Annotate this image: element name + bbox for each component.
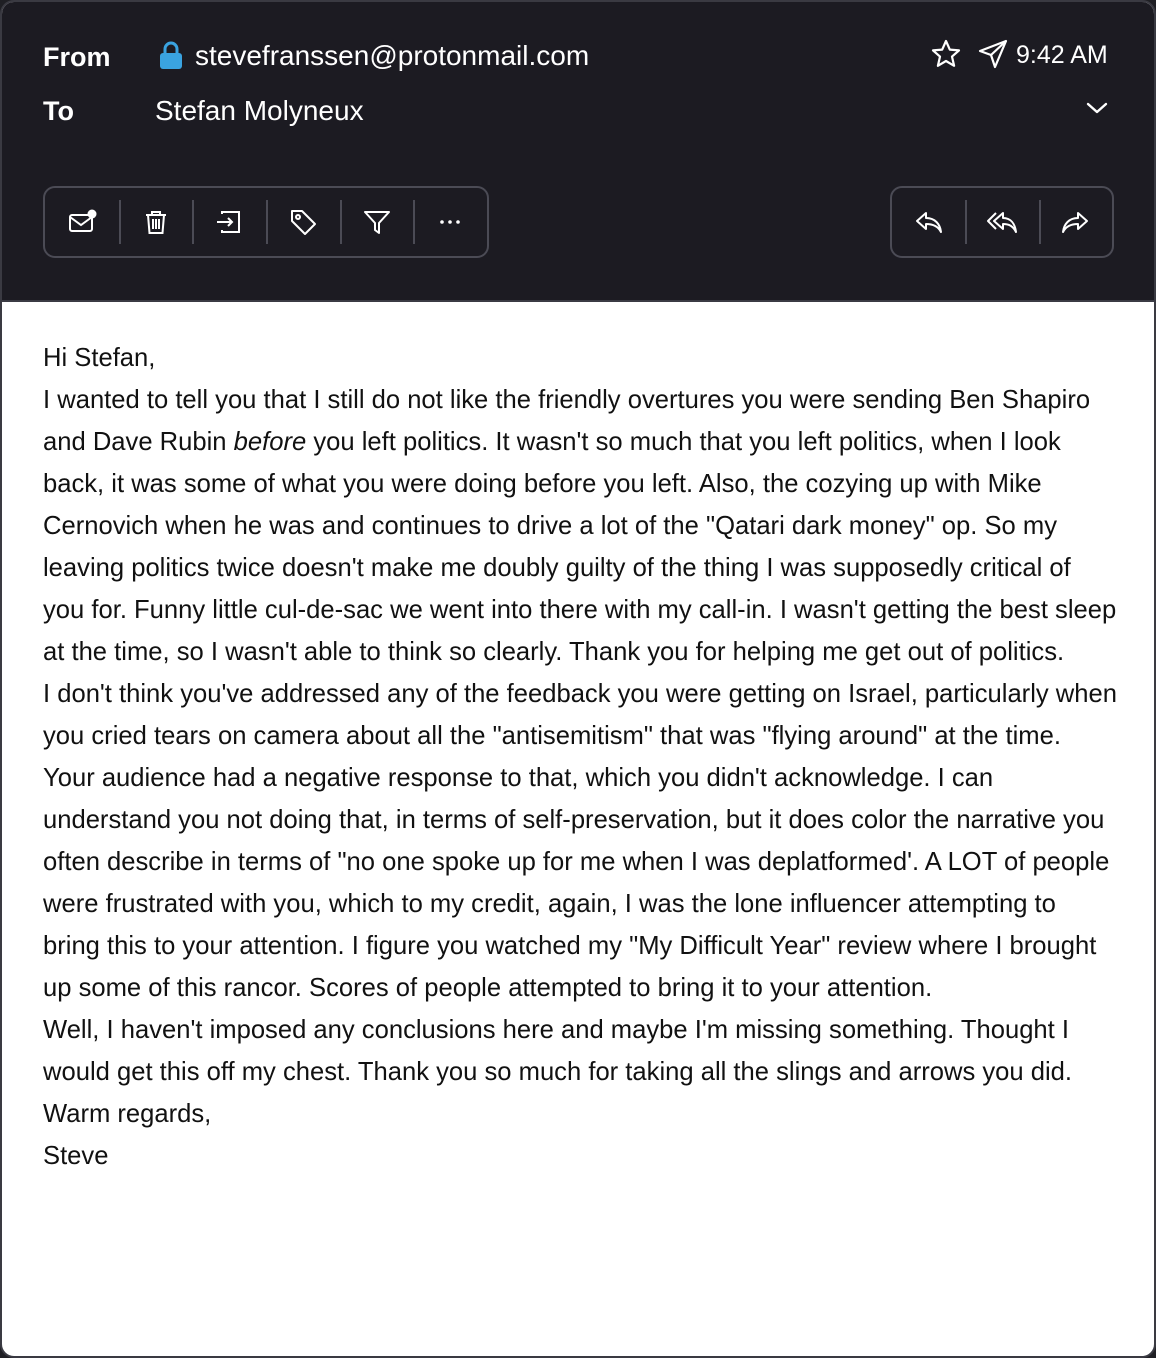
paragraph-1-rest: you left politics. It wasn't so much tha… — [43, 428, 1117, 666]
move-button[interactable] — [192, 188, 266, 256]
closing: Warm regards, — [43, 1100, 212, 1128]
trash-icon — [145, 211, 166, 234]
reply-all-icon — [986, 212, 1017, 233]
paragraph-3: Well, I haven't imposed any conclusions … — [43, 1016, 1073, 1086]
sent-time: 9:42 AM — [1016, 41, 1108, 69]
email-window: From stevefranssen@protonmail.com To Ste… — [0, 0, 1156, 1358]
lock-icon — [160, 41, 182, 69]
forward-icon — [1062, 212, 1089, 233]
from-label: From — [43, 42, 111, 72]
reply-actions-toolbar — [890, 186, 1114, 258]
greeting: Hi Stefan, — [43, 344, 156, 372]
paragraph-1: I wanted to tell you that I still do not… — [43, 379, 1118, 673]
more-button[interactable] — [413, 188, 487, 256]
tag-icon — [290, 210, 316, 235]
to-recipient[interactable]: Stefan Molyneux — [155, 95, 364, 127]
message-actions-toolbar — [43, 186, 489, 258]
signature: Steve — [43, 1142, 109, 1170]
send-icon — [978, 39, 1008, 69]
delete-button[interactable] — [118, 188, 193, 256]
move-to-folder-icon — [217, 211, 241, 233]
chevron-down-icon[interactable] — [1084, 98, 1110, 118]
to-label: To — [43, 96, 74, 126]
more-dots-icon — [440, 220, 460, 224]
filter-icon — [363, 211, 390, 234]
forward-button[interactable] — [1038, 188, 1112, 256]
label-button[interactable] — [266, 188, 340, 256]
reply-all-button[interactable] — [965, 188, 1038, 256]
envelope-unread-icon — [68, 209, 97, 232]
reply-button[interactable] — [892, 188, 965, 256]
email-header: From stevefranssen@protonmail.com To Ste… — [2, 2, 1154, 302]
mark-unread-button[interactable] — [45, 188, 119, 256]
filter-button[interactable] — [339, 188, 414, 256]
from-address[interactable]: stevefranssen@protonmail.com — [195, 40, 589, 72]
message-body: Hi Stefan, I wanted to tell you that I s… — [43, 337, 1118, 1177]
star-icon[interactable] — [930, 38, 962, 70]
paragraph-2: I don't think you've addressed any of th… — [43, 680, 1117, 1002]
emphasis-before: before — [233, 428, 307, 456]
reply-icon — [915, 212, 942, 233]
